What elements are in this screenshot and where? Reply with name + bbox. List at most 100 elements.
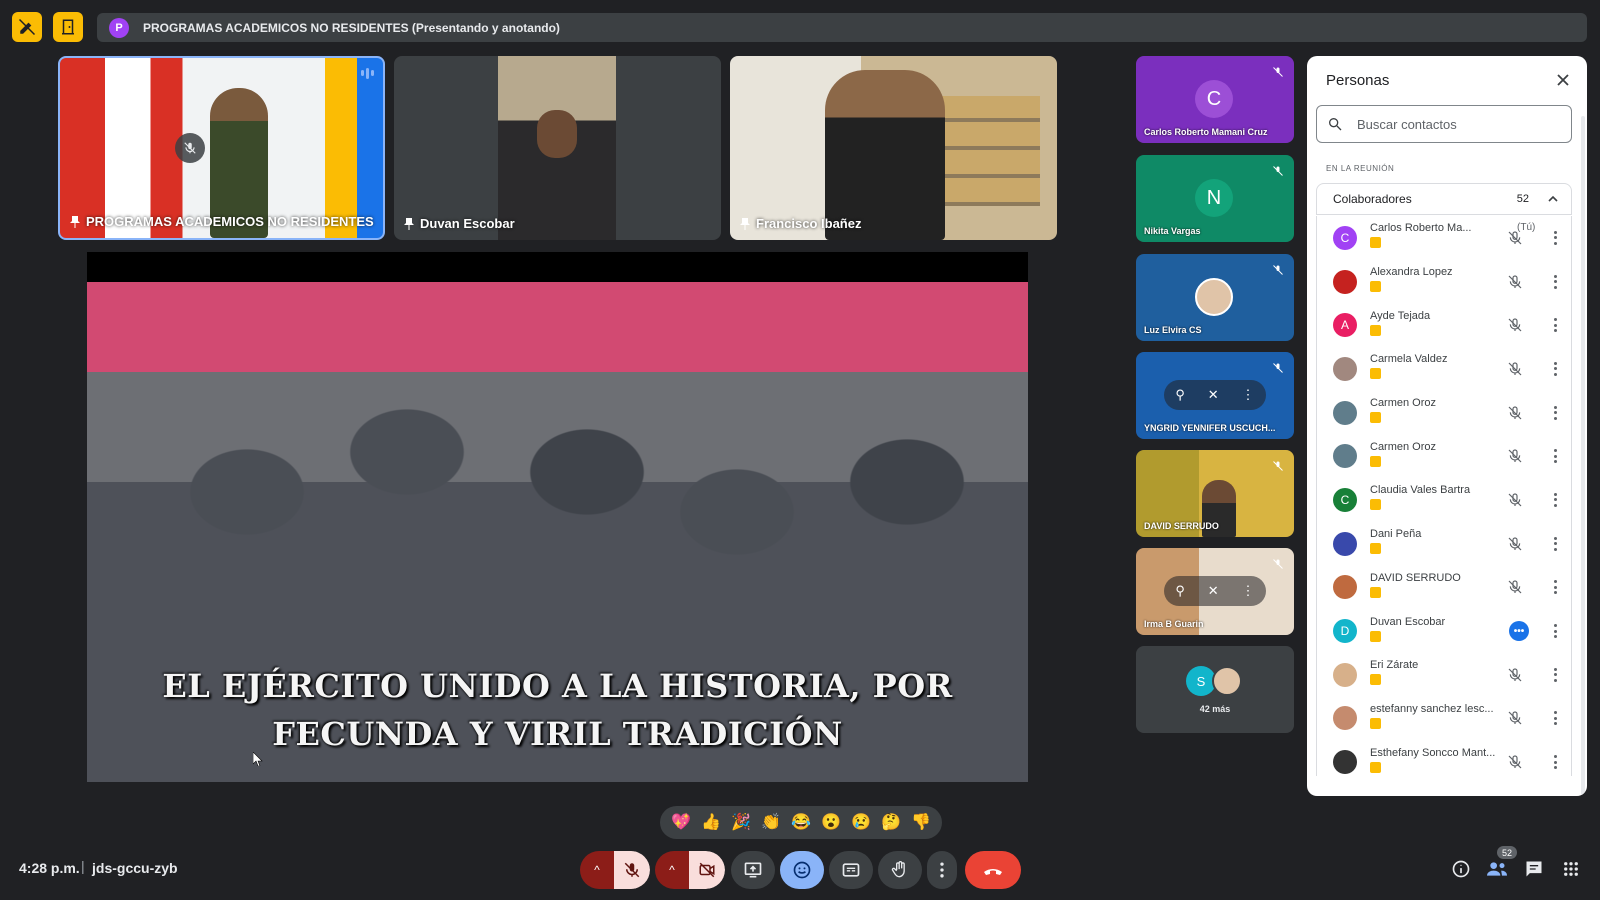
more-vertical-icon[interactable] (1553, 624, 1557, 639)
scrollbar[interactable] (1581, 116, 1585, 796)
participant-row[interactable]: C Claudia Vales Bartra (1317, 478, 1571, 522)
more-vertical-icon[interactable] (1553, 580, 1557, 595)
pin-icon (404, 217, 414, 230)
chat-button[interactable] (1523, 858, 1545, 880)
reaction-emoji[interactable]: 💖 (668, 814, 694, 831)
side-tile-nikita[interactable]: N Nikita Vargas (1136, 155, 1294, 242)
close-icon[interactable] (1555, 72, 1571, 88)
reaction-emoji[interactable]: 👎 (908, 814, 934, 831)
mic-off-icon[interactable] (1507, 361, 1523, 377)
activities-button[interactable] (1560, 858, 1582, 880)
camera-toggle-button[interactable] (689, 851, 725, 889)
more-options-button[interactable] (927, 851, 957, 889)
more-vertical-icon[interactable] (1553, 318, 1557, 333)
shared-screen-presentation[interactable]: EL EJÉRCITO UNIDO A LA HISTORIA, POR FEC… (87, 252, 1028, 782)
mic-off-icon (1270, 262, 1286, 278)
participant-avatar: N (1195, 179, 1233, 217)
collaborator-badge-icon (1370, 586, 1381, 598)
side-tile-irma[interactable]: ⚲ ✕ ⋮ Irma B Guarin (1136, 548, 1294, 635)
leave-call-button[interactable] (965, 851, 1021, 889)
participant-row[interactable]: Carmela Valdez (1317, 347, 1571, 391)
mic-off-icon[interactable] (1507, 754, 1523, 770)
participant-row[interactable]: Alexandra Lopez (1317, 260, 1571, 304)
participant-row[interactable]: DAVID SERRUDO (1317, 566, 1571, 610)
mic-control-group: ^ (580, 851, 650, 889)
more-vertical-icon[interactable] (1553, 405, 1557, 420)
meeting-info-button[interactable] (1450, 858, 1472, 880)
participant-name: Dani Peña (1370, 528, 1422, 541)
participant-row[interactable]: Eri Zárate (1317, 653, 1571, 697)
more-vertical-icon[interactable] (1553, 274, 1557, 289)
more-vertical-icon[interactable] (1553, 711, 1557, 726)
more-vertical-icon[interactable] (1553, 230, 1557, 245)
side-tile-luz[interactable]: Luz Elvira CS (1136, 254, 1294, 341)
mic-off-icon[interactable] (1507, 667, 1523, 683)
mic-off-icon[interactable] (1507, 317, 1523, 333)
audio-options-button[interactable]: ^ (580, 851, 614, 889)
side-tile-david[interactable]: DAVID SERRUDO (1136, 450, 1294, 537)
pin-icon[interactable]: ⚲ (1175, 387, 1185, 403)
more-options-icon[interactable]: ⋮ (1242, 387, 1255, 403)
reaction-emoji[interactable]: 👍 (698, 814, 724, 831)
participant-row[interactable]: A Ayde Tejada (1317, 303, 1571, 347)
side-tile-more-participants[interactable]: S 42 más (1136, 646, 1294, 733)
mic-off-icon[interactable]: ✕ (1208, 387, 1219, 403)
microphone-toggle-button[interactable] (614, 851, 650, 889)
mic-off-icon[interactable] (1507, 492, 1523, 508)
collaborators-group-header[interactable]: Colaboradores 52 (1316, 183, 1572, 215)
search-input[interactable] (1357, 116, 1557, 132)
reaction-emoji[interactable]: 😮 (818, 814, 844, 831)
more-vertical-icon[interactable] (1553, 755, 1557, 770)
reaction-emoji[interactable]: 😂 (788, 814, 814, 831)
reaction-emoji[interactable]: 😢 (848, 814, 874, 831)
more-vertical-icon[interactable] (1553, 361, 1557, 376)
more-vertical-icon[interactable] (1553, 492, 1557, 507)
participant-row[interactable]: Esthefany Soncco Mant... (1317, 740, 1571, 776)
participant-row[interactable]: Dani Peña (1317, 522, 1571, 566)
collaborator-badge-icon (1370, 543, 1381, 555)
reaction-emoji[interactable]: 👏 (758, 814, 784, 831)
more-vertical-icon[interactable] (1553, 667, 1557, 682)
present-mode-button[interactable] (53, 12, 83, 42)
mute-participant-button[interactable] (175, 133, 205, 163)
raise-hand-button[interactable] (878, 851, 922, 889)
participant-row[interactable]: C Carlos Roberto Ma... (Tú) (1317, 216, 1571, 260)
pen-off-icon (18, 18, 36, 36)
participant-info: estefanny sanchez lesc... (1370, 703, 1510, 734)
captions-button[interactable] (829, 851, 873, 889)
mic-off-icon[interactable] (1507, 274, 1523, 290)
mic-off-icon[interactable] (1507, 536, 1523, 552)
participant-row[interactable]: D Duvan Escobar ••• (1317, 609, 1571, 653)
participant-row[interactable]: Carmen Oroz (1317, 391, 1571, 435)
participant-name: Carmen Oroz (1370, 440, 1437, 453)
side-tile-carlos[interactable]: C Carlos Roberto Mamani Cruz (1136, 56, 1294, 143)
mic-off-icon[interactable] (1507, 405, 1523, 421)
more-vertical-icon[interactable] (1553, 536, 1557, 551)
mic-off-icon[interactable] (1507, 710, 1523, 726)
video-options-button[interactable]: ^ (655, 851, 689, 889)
video-tile-duvan[interactable]: Duvan Escobar (394, 56, 721, 240)
video-tile-francisco[interactable]: Francisco Ibañez (730, 56, 1057, 240)
side-tile-yngrid[interactable]: ⚲ ✕ ⋮ YNGRID YENNIFER USCUCH... (1136, 352, 1294, 439)
search-contacts-field[interactable] (1316, 105, 1572, 143)
participant-avatar (1333, 706, 1357, 731)
more-options-icon[interactable]: ⋮ (1242, 583, 1255, 599)
mic-off-icon (1270, 458, 1286, 474)
mic-off-icon[interactable] (1507, 579, 1523, 595)
video-tile-presenter[interactable]: PROGRAMAS ACADEMICOS NO RESIDENTES (58, 56, 385, 240)
pin-icon[interactable]: ⚲ (1175, 583, 1185, 599)
mic-off-icon[interactable] (1507, 448, 1523, 464)
annotation-toggle-button[interactable] (12, 12, 42, 42)
emoji-icon (793, 861, 811, 879)
mic-off-icon[interactable] (1507, 230, 1523, 246)
reaction-emoji[interactable]: 🤔 (878, 814, 904, 831)
present-screen-button[interactable] (731, 851, 775, 889)
participant-row[interactable]: Carmen Oroz (1317, 434, 1571, 478)
reaction-emoji[interactable]: 🎉 (728, 814, 754, 831)
people-button[interactable] (1486, 858, 1508, 880)
mic-off-icon[interactable]: ✕ (1208, 583, 1219, 599)
reactions-button[interactable] (780, 851, 824, 889)
more-vertical-icon[interactable] (1553, 449, 1557, 464)
participant-name: DAVID SERRUDO (1370, 571, 1461, 584)
participant-row[interactable]: estefanny sanchez lesc... (1317, 697, 1571, 741)
